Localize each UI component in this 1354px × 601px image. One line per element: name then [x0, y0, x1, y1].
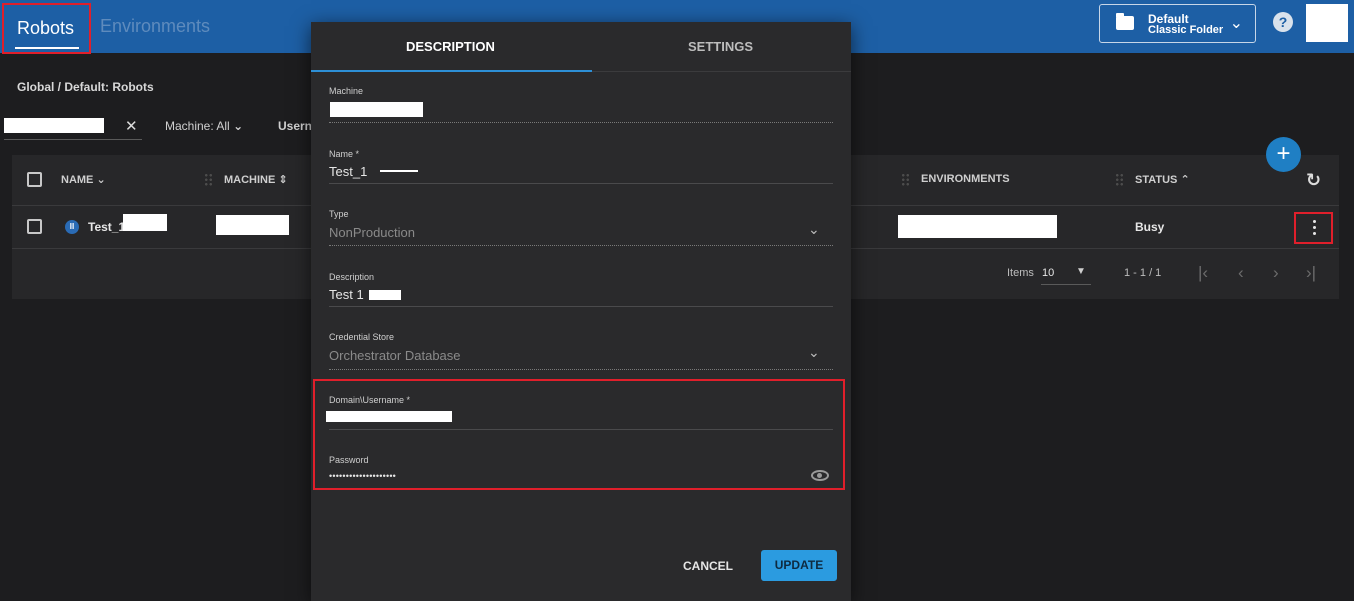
password-field[interactable]: ••••••••••••••••••••: [329, 471, 396, 481]
select-all-checkbox[interactable]: [27, 172, 42, 187]
search-input[interactable]: [4, 118, 104, 133]
chevron-down-icon: ▼: [1076, 266, 1086, 277]
filter-username[interactable]: Username: [278, 119, 312, 133]
column-name-label: NAME: [61, 174, 94, 186]
redacted-machine: [216, 215, 289, 235]
machine-label: Machine: [329, 86, 364, 96]
table-cell-name: Test_1: [88, 220, 126, 234]
page-size-underline: [1041, 284, 1091, 285]
next-page-icon[interactable]: ›: [1273, 263, 1279, 283]
field-underline: [329, 369, 833, 370]
table-cell-status: Busy: [1135, 220, 1165, 234]
pagination-items-label: Items: [1007, 267, 1034, 279]
domain-username-label: Domain\Username *: [329, 395, 411, 405]
active-tab-indicator: [15, 47, 79, 49]
first-page-icon[interactable]: |‹: [1198, 263, 1208, 283]
row-checkbox[interactable]: [27, 219, 42, 234]
redacted-environments: [898, 215, 1057, 238]
field-underline: [329, 245, 833, 246]
column-header-status[interactable]: STATUS ⌃: [1135, 173, 1190, 186]
page-size-select[interactable]: 10: [1042, 267, 1054, 279]
eye-icon[interactable]: [811, 470, 829, 481]
redacted-name: [123, 214, 167, 231]
more-vert-icon[interactable]: [1294, 212, 1333, 244]
column-resize-handle[interactable]: [901, 173, 910, 186]
close-icon[interactable]: ✕: [125, 117, 138, 135]
folder-selector[interactable]: Default Classic Folder ⌄: [1099, 4, 1256, 43]
add-icon[interactable]: +: [1266, 137, 1301, 172]
active-tab-indicator: [311, 70, 592, 72]
description-label: Description: [329, 272, 375, 282]
tab-environments[interactable]: Environments: [100, 16, 210, 37]
column-resize-handle[interactable]: [204, 173, 213, 186]
tab-robots-label: Robots: [17, 18, 75, 38]
avatar[interactable]: [1306, 4, 1348, 42]
column-header-machine[interactable]: MACHINE ⇕: [224, 173, 288, 186]
chevron-down-icon: ⌄: [808, 221, 820, 237]
credential-store-select[interactable]: Orchestrator Database: [329, 348, 461, 363]
update-button[interactable]: UPDATE: [761, 550, 837, 581]
tab-description[interactable]: DESCRIPTION: [406, 39, 495, 54]
chevron-down-icon: ⌄: [808, 344, 820, 360]
sort-icon: ⌃: [1180, 174, 1190, 186]
filter-machine[interactable]: Machine: All ⌄: [165, 119, 243, 133]
machine-field[interactable]: [330, 102, 423, 117]
filter-machine-value: All: [216, 119, 230, 133]
credential-store-label: Credential Store: [329, 332, 395, 342]
field-underline: [329, 306, 833, 307]
sort-icon: ⌄: [96, 174, 106, 186]
column-status-label: STATUS: [1135, 174, 1178, 186]
field-underline: [329, 429, 833, 430]
type-select[interactable]: NonProduction: [329, 225, 415, 240]
chevron-down-icon: ⌄: [1229, 15, 1243, 32]
filter-machine-label: Machine:: [165, 119, 214, 133]
name-field[interactable]: Test_1: [329, 164, 367, 179]
description-field[interactable]: Test 1: [329, 287, 364, 302]
redacted-description: [369, 290, 401, 300]
column-header-environments[interactable]: ENVIRONMENTS: [921, 173, 1010, 185]
column-resize-handle[interactable]: [1115, 173, 1124, 186]
column-machine-label: MACHINE: [224, 174, 276, 186]
cancel-button[interactable]: CANCEL: [683, 559, 733, 573]
folder-icon: [1116, 13, 1134, 30]
tab-settings[interactable]: SETTINGS: [688, 39, 753, 54]
sort-icon: ⇕: [278, 174, 288, 186]
name-label: Name *: [329, 149, 360, 159]
field-underline: [329, 183, 833, 184]
folder-type: Classic Folder: [1148, 24, 1224, 36]
domain-username-field[interactable]: [326, 411, 452, 422]
last-page-icon[interactable]: ›|: [1306, 263, 1316, 283]
prev-page-icon[interactable]: ‹: [1238, 263, 1244, 283]
field-underline: [329, 122, 833, 123]
pagination-range: 1 - 1 / 1: [1124, 267, 1162, 279]
password-label: Password: [329, 455, 369, 465]
edit-robot-dialog: DESCRIPTION SETTINGS Machine Name * Test…: [311, 22, 851, 601]
robot-status-icon: II: [65, 220, 79, 234]
refresh-icon[interactable]: ↻: [1306, 170, 1321, 191]
type-label: Type: [329, 209, 349, 219]
tab-robots[interactable]: Robots: [2, 3, 91, 54]
chevron-down-icon: ⌄: [233, 119, 244, 133]
help-icon[interactable]: ?: [1273, 12, 1293, 32]
search-underline: [4, 139, 142, 140]
column-header-name[interactable]: NAME ⌄: [61, 173, 106, 186]
redacted-name-suffix: [380, 170, 418, 172]
breadcrumb: Global / Default: Robots: [17, 80, 154, 94]
